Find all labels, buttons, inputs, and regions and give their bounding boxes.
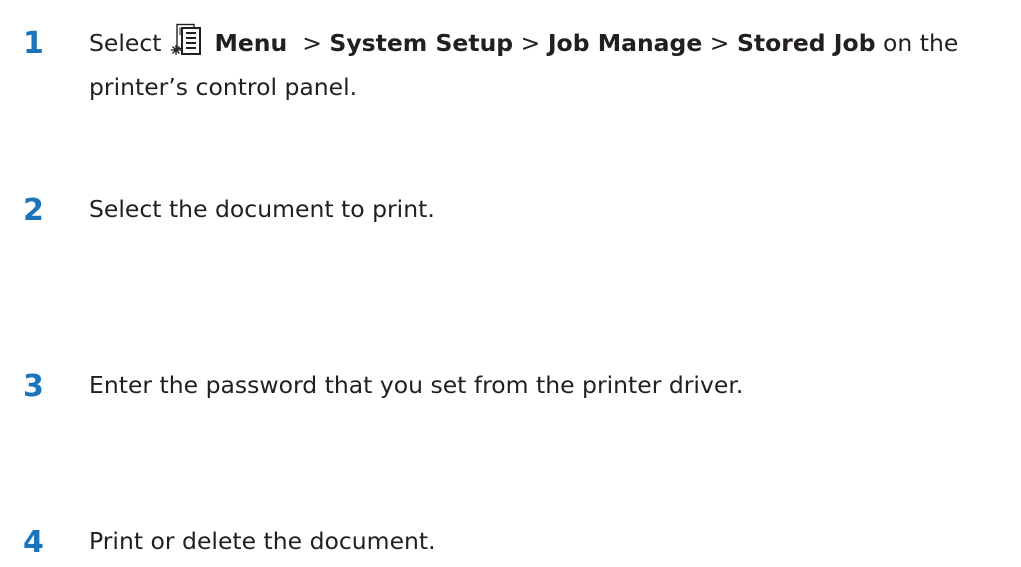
menu-label: Menu: [214, 29, 288, 57]
step-text: Enter the password that you set from the…: [89, 371, 744, 399]
step-number: 2: [23, 193, 44, 228]
step-text: Print or delete the document.: [89, 527, 436, 555]
step-text: Select the document to print.: [89, 195, 435, 223]
breadcrumb-separator: >: [302, 29, 322, 57]
step-number: 4: [23, 525, 44, 560]
menu-item-job-manage: Job Manage: [547, 29, 703, 57]
breadcrumb-separator: >: [520, 29, 541, 57]
menu-button-icon: [169, 23, 203, 68]
menu-item-stored-job: Stored Job: [736, 29, 876, 57]
menu-item-system-setup: System Setup: [329, 29, 514, 57]
step-number: 1: [23, 26, 44, 61]
select-label: Select: [89, 29, 162, 57]
breadcrumb-separator: >: [709, 29, 730, 57]
step-text: Select Menu > System Setup > Job Manage …: [89, 23, 1004, 106]
step-number: 3: [23, 369, 44, 404]
